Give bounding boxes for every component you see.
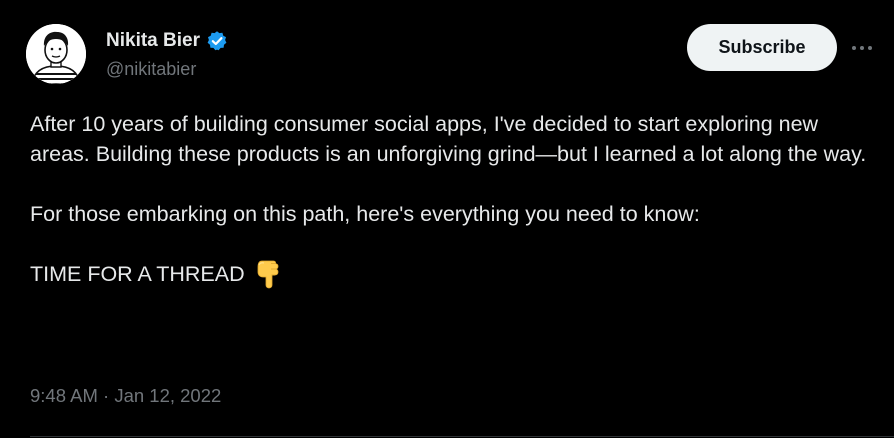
author-name-text: Nikita Bier [106, 30, 200, 51]
author-handle[interactable]: @nikitabier [106, 58, 196, 80]
verified-badge-icon[interactable] [206, 30, 228, 52]
tweet-text: After 10 years of building consumer soci… [30, 109, 880, 289]
tweet-paragraph: For those embarking on this path, here's… [30, 202, 700, 226]
tweet-timestamp[interactable]: 9:48 AM · Jan 12, 2022 [30, 384, 221, 408]
subscribe-button[interactable]: Subscribe [687, 24, 837, 71]
backhand-index-pointing-down-icon [255, 259, 281, 289]
thread-announcement: TIME FOR A THREAD [30, 262, 245, 286]
tweet-card: Nikita Bier @nikitabier Subscribe After … [0, 0, 894, 438]
divider [30, 436, 894, 437]
avatar[interactable] [26, 24, 86, 84]
author-name[interactable]: Nikita Bier [106, 30, 228, 52]
more-horizontal-icon[interactable] [850, 36, 874, 60]
tweet-paragraph: TIME FOR A THREAD [30, 259, 880, 289]
tweet-paragraph: After 10 years of building consumer soci… [30, 112, 867, 166]
avatar-illustration [26, 24, 86, 84]
